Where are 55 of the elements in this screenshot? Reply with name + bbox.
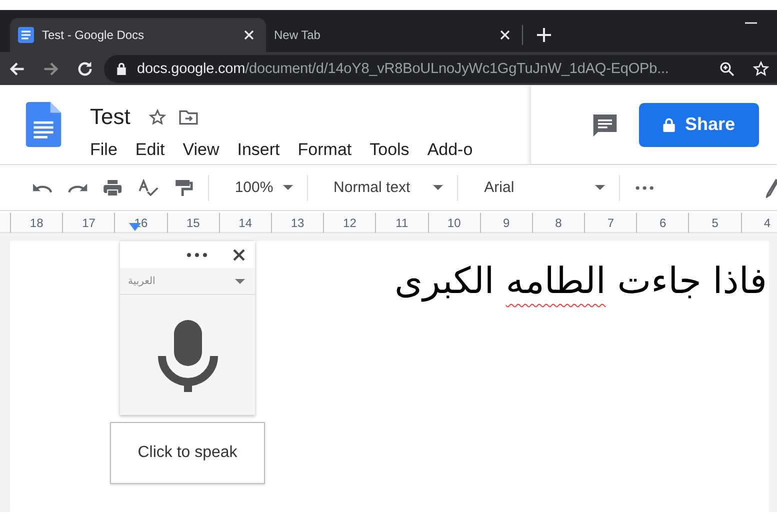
more-icon[interactable]: [634, 186, 656, 190]
caret-icon: [595, 185, 606, 190]
close-icon[interactable]: [233, 248, 245, 260]
ruler-number: 10: [447, 216, 461, 230]
ruler-number: 6: [660, 216, 666, 230]
more-icon[interactable]: [187, 252, 207, 256]
menu-item[interactable]: Insert: [228, 140, 289, 160]
ruler-number: 11: [396, 216, 408, 230]
new-tab-icon[interactable]: [537, 28, 551, 42]
ruler-number: 9: [502, 216, 510, 230]
browser-tab[interactable]: Test - Google Docs: [10, 18, 266, 52]
lock-icon: [662, 118, 675, 132]
caret-icon: [235, 278, 245, 284]
spellcheck-icon[interactable]: [138, 178, 159, 196]
font-dropdown[interactable]: Arial: [472, 172, 606, 202]
document-title[interactable]: Test: [90, 104, 130, 130]
address-bar[interactable]: docs.google.com/document/d/14oY8_vR8BoULnoJyWc1GgTuJnW_1dAQ-EqOPb...: [104, 54, 777, 82]
zoom-icon[interactable]: [719, 60, 735, 76]
folder-icon[interactable]: [179, 108, 198, 126]
menu-item[interactable]: Format: [288, 140, 361, 160]
ruler-number: 5: [712, 216, 718, 230]
reload-icon[interactable]: [76, 60, 94, 78]
document-text: فاذا جاءت الطامه الكبرى: [394, 261, 767, 304]
print-icon[interactable]: [102, 178, 124, 196]
ruler-number: 4: [764, 216, 771, 230]
style-dropdown[interactable]: Normal text: [322, 172, 444, 202]
star-icon[interactable]: [148, 108, 168, 126]
ruler-number: 14: [238, 216, 252, 230]
ruler-number: 15: [186, 216, 200, 230]
menu-item[interactable]: Add-o: [418, 140, 482, 160]
share-button[interactable]: Share: [639, 102, 759, 146]
pencil-icon[interactable]: [766, 178, 777, 198]
menu-item[interactable]: Tools: [360, 140, 418, 160]
browser-tab[interactable]: New Tab: [266, 18, 522, 52]
back-icon[interactable]: [8, 60, 26, 78]
ruler-number: 17: [82, 216, 96, 230]
lock-icon: [116, 62, 127, 75]
ruler-number: 18: [30, 216, 44, 230]
docs-logo-icon[interactable]: [25, 102, 62, 147]
docs-icon: [18, 27, 34, 43]
ruler-number: 7: [607, 216, 614, 230]
tooltip: Click to speak: [110, 422, 265, 484]
caret-icon: [282, 185, 293, 190]
minimize-icon[interactable]: [745, 22, 757, 24]
ruler-number: 13: [290, 216, 304, 230]
zoom-dropdown[interactable]: 100%: [222, 172, 293, 202]
ruler-number: 8: [555, 216, 562, 230]
forward-icon[interactable]: [42, 60, 60, 78]
paint-format-icon[interactable]: [172, 178, 194, 196]
menu-item[interactable]: File: [81, 140, 126, 160]
microphone-icon[interactable]: [158, 320, 218, 392]
menu-item[interactable]: View: [174, 140, 228, 160]
menu-item[interactable]: Edit: [126, 140, 174, 160]
ruler-number: 12: [343, 216, 356, 230]
caret-icon: [433, 185, 444, 190]
